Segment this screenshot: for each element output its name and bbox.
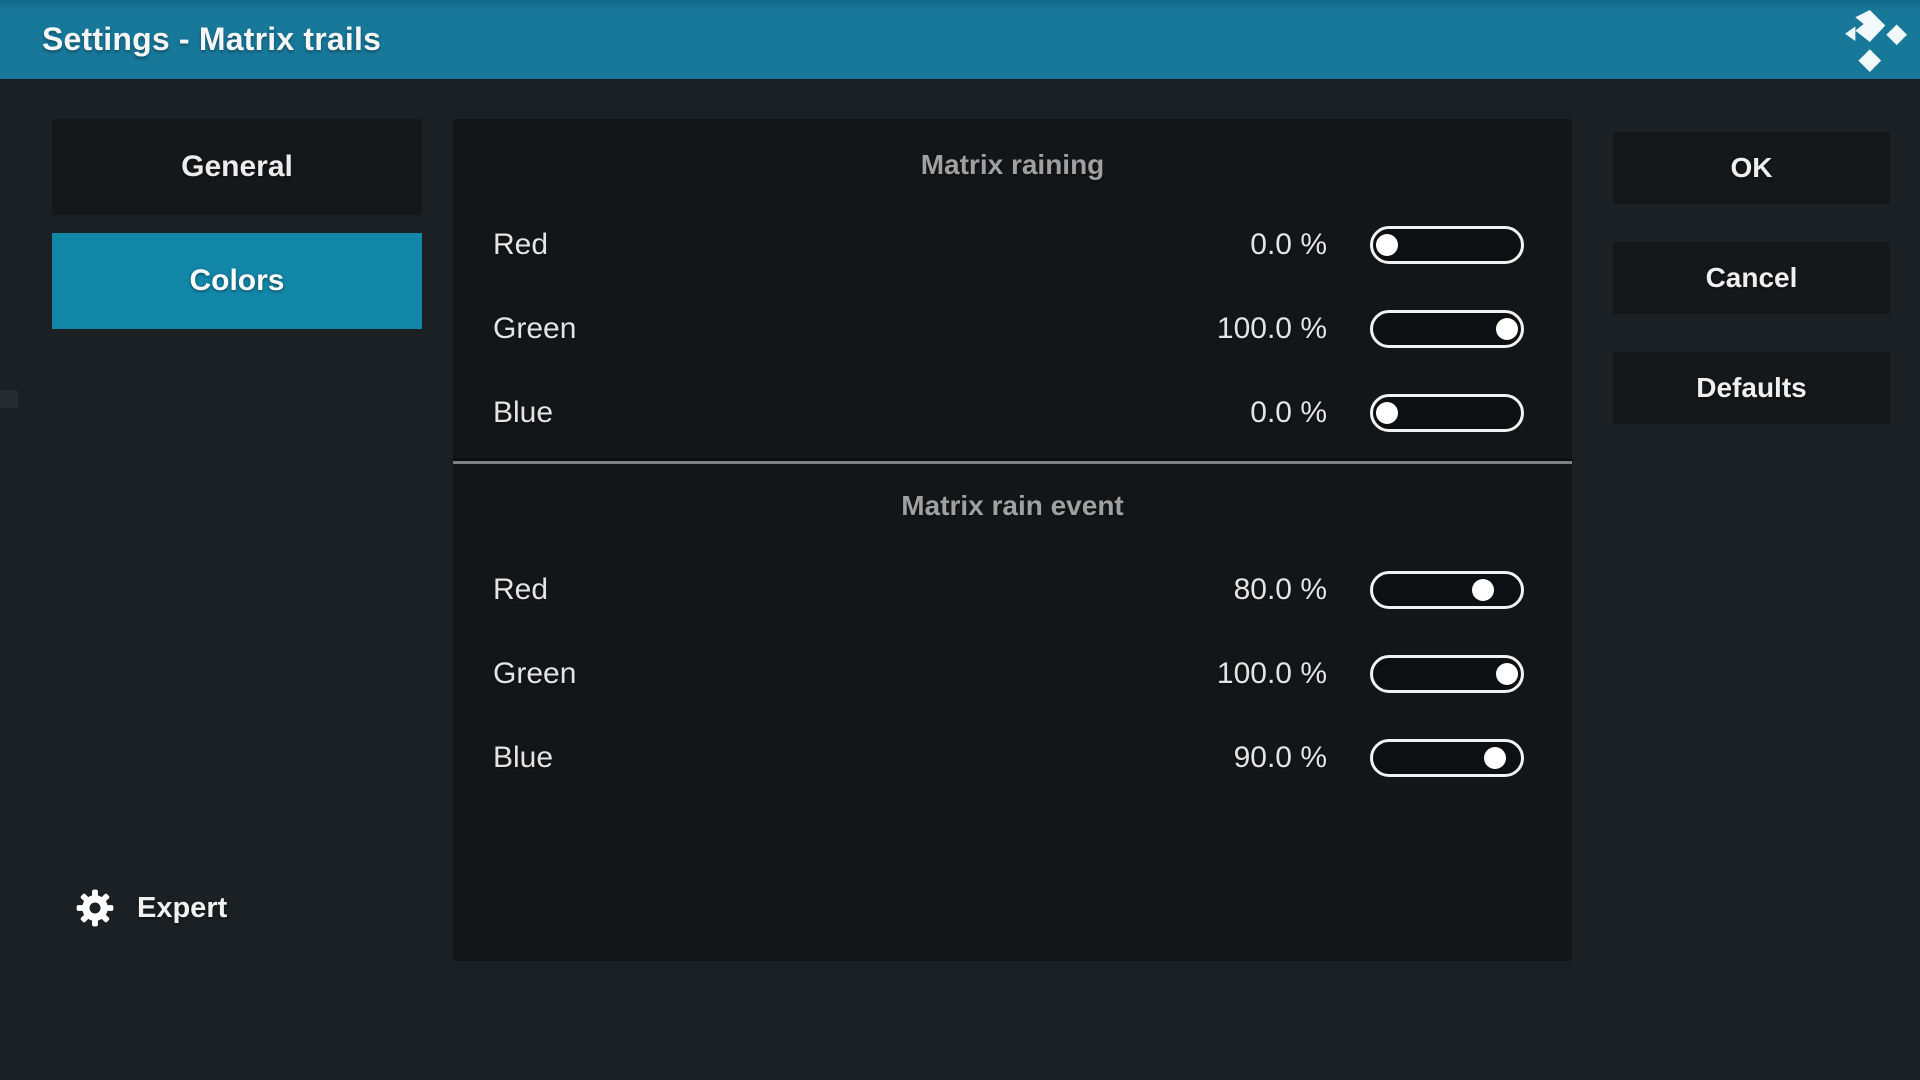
kodi-logo-icon [1845,10,1907,72]
dialog-actions: OK Cancel Defaults [1613,132,1890,462]
section-title: Matrix rain event [453,464,1572,548]
settings-level-button[interactable]: Expert [73,880,227,936]
setting-row-event-blue[interactable]: Blue 90.0 % [453,716,1572,800]
ok-button[interactable]: OK [1613,132,1890,204]
setting-value: 100.0 % [1217,657,1327,691]
category-sidebar: General Colors [52,119,422,347]
slider-knob[interactable] [1496,663,1518,685]
blue-slider[interactable] [1370,394,1524,432]
setting-label: Blue [493,396,553,430]
ok-button-label: OK [1731,152,1773,184]
setting-row-raining-blue[interactable]: Blue 0.0 % [453,371,1572,455]
slider-knob[interactable] [1376,234,1398,256]
green-slider[interactable] [1370,655,1524,693]
setting-row-event-green[interactable]: Green 100.0 % [453,632,1572,716]
red-slider[interactable] [1370,226,1524,264]
slider-knob[interactable] [1496,318,1518,340]
dialog-titlebar: Settings - Matrix trails [0,0,1920,79]
red-slider[interactable] [1370,571,1524,609]
cancel-button[interactable]: Cancel [1613,242,1890,314]
gear-icon [73,886,117,930]
slider-knob[interactable] [1484,747,1506,769]
defaults-button-label: Defaults [1696,372,1806,404]
setting-label: Green [493,657,576,691]
defaults-button[interactable]: Defaults [1613,352,1890,424]
setting-row-raining-green[interactable]: Green 100.0 % [453,287,1572,371]
setting-label: Red [493,228,548,262]
setting-value: 0.0 % [1250,228,1327,262]
section-title: Matrix raining [453,127,1572,203]
slider-knob[interactable] [1472,579,1494,601]
green-slider[interactable] [1370,310,1524,348]
setting-value: 100.0 % [1217,312,1327,346]
sidebar-item-general[interactable]: General [52,119,422,215]
blue-slider[interactable] [1370,739,1524,777]
cancel-button-label: Cancel [1706,262,1798,294]
page-title: Settings - Matrix trails [42,21,381,58]
sidebar-item-label: General [181,150,293,184]
setting-row-event-red[interactable]: Red 80.0 % [453,548,1572,632]
setting-label: Red [493,573,548,607]
setting-label: Blue [493,741,553,775]
setting-value: 80.0 % [1234,573,1327,607]
slider-knob[interactable] [1376,402,1398,424]
setting-value: 0.0 % [1250,396,1327,430]
setting-row-raining-red[interactable]: Red 0.0 % [453,203,1572,287]
setting-label: Green [493,312,576,346]
sidebar-item-colors[interactable]: Colors [52,233,422,329]
settings-level-label: Expert [137,892,227,925]
left-edge-glow [0,390,18,408]
settings-panel: Matrix raining Red 0.0 % Green 100.0 % B… [453,119,1572,961]
setting-value: 90.0 % [1234,741,1327,775]
sidebar-item-label: Colors [189,264,284,298]
